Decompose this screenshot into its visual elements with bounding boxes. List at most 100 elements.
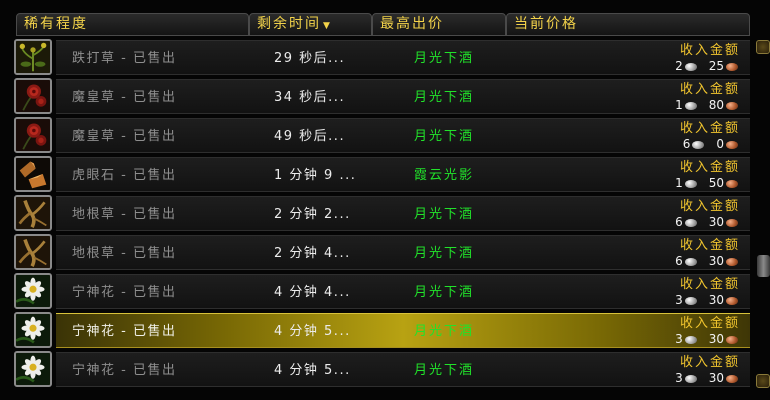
top-bidder: 月光下酒	[414, 129, 475, 144]
top-bidder: 月光下酒	[414, 285, 475, 300]
time-left: 1 分钟 9 ...	[274, 168, 357, 183]
grave-moss-rose-icon[interactable]	[14, 117, 52, 153]
copper-amount: 30	[708, 332, 724, 346]
copper-amount: 30	[708, 293, 724, 307]
row-bar[interactable]: 宁神花 - 已售出 4 分钟 5... 月光下酒 收入金额 3 30	[56, 313, 750, 348]
top-bid-label: 最高出价	[380, 16, 444, 32]
column-header-current-price[interactable]: 当前价格	[506, 13, 750, 36]
auction-row[interactable]: 宁神花 - 已售出 4 分钟 4... 月光下酒 收入金额 3 30	[12, 273, 750, 310]
silver-coin-icon	[684, 257, 697, 266]
income-amount: 6 30	[675, 254, 740, 269]
earthroot-herb-icon[interactable]	[14, 195, 52, 231]
row-bar[interactable]: 地根草 - 已售出 2 分钟 4... 月光下酒 收入金额 6 30	[56, 235, 750, 270]
silver-amount: 3	[675, 371, 683, 385]
row-bar[interactable]: 魔皇草 - 已售出 49 秒后... 月光下酒 收入金额 6 0	[56, 118, 750, 153]
silver-amount: 3	[675, 293, 683, 307]
item-name: 跌打草 - 已售出	[72, 51, 177, 66]
grave-moss-rose-icon[interactable]	[14, 78, 52, 114]
income-label: 收入金额	[679, 82, 740, 97]
item-name: 魔皇草 - 已售出	[72, 90, 177, 105]
time-left: 2 分钟 2...	[274, 207, 351, 222]
copper-coin-icon	[726, 62, 738, 71]
copper-coin-icon	[726, 296, 738, 305]
item-name: 魔皇草 - 已售出	[72, 129, 177, 144]
silver-coin-icon	[684, 335, 697, 344]
silver-amount: 1	[675, 98, 683, 112]
sort-down-arrow-icon: ▼	[323, 21, 332, 31]
income-amount: 2 25	[675, 59, 740, 74]
top-bidder: 月光下酒	[414, 246, 475, 261]
income-amount: 1 50	[675, 176, 740, 191]
auction-row[interactable]: 地根草 - 已售出 2 分钟 2... 月光下酒 收入金额 6 30	[12, 195, 750, 232]
silver-amount: 6	[682, 137, 691, 151]
scroll-up-button[interactable]	[756, 40, 770, 54]
item-name: 虎眼石 - 已售出	[72, 168, 177, 183]
time-left: 2 分钟 4...	[274, 246, 351, 261]
income-label: 收入金额	[679, 160, 740, 175]
copper-coin-icon	[726, 374, 738, 383]
silver-amount: 6	[675, 254, 683, 268]
peacebloom-flower-icon[interactable]	[14, 312, 52, 348]
auction-row[interactable]: 宁神花 - 已售出 4 分钟 5... 月光下酒 收入金额 3 30	[12, 351, 750, 388]
silver-coin-icon	[692, 140, 705, 149]
item-name: 地根草 - 已售出	[72, 246, 177, 261]
top-bidder: 月光下酒	[414, 207, 475, 222]
copper-amount: 30	[708, 215, 724, 229]
row-bar[interactable]: 跌打草 - 已售出 29 秒后... 月光下酒 收入金额 2 25	[56, 40, 750, 75]
row-bar[interactable]: 地根草 - 已售出 2 分钟 2... 月光下酒 收入金额 6 30	[56, 196, 750, 231]
copper-coin-icon	[726, 101, 738, 110]
item-name: 地根草 - 已售出	[72, 207, 177, 222]
row-bar[interactable]: 宁神花 - 已售出 4 分钟 4... 月光下酒 收入金额 3 30	[56, 274, 750, 309]
silver-coin-icon	[684, 179, 697, 188]
silver-amount: 3	[675, 332, 683, 346]
earthroot-herb-icon[interactable]	[14, 234, 52, 270]
top-bidder: 月光下酒	[414, 363, 475, 378]
income-label: 收入金额	[679, 238, 740, 253]
income-label: 收入金额	[679, 121, 740, 136]
top-bidder: 月光下酒	[414, 90, 475, 105]
income-amount: 6 30	[675, 215, 740, 230]
auction-row[interactable]: 魔皇草 - 已售出 49 秒后... 月光下酒 收入金额 6 0	[12, 117, 750, 154]
copper-amount: 0	[716, 137, 724, 151]
auction-row[interactable]: 魔皇草 - 已售出 34 秒后... 月光下酒 收入金额 1 80	[12, 78, 750, 115]
income-amount: 3 30	[675, 293, 740, 308]
copper-coin-icon	[726, 218, 738, 227]
column-header-top-bid[interactable]: 最高出价	[372, 13, 506, 36]
income-amount: 6 0	[683, 137, 740, 152]
time-left: 4 分钟 5...	[274, 363, 351, 378]
silver-coin-icon	[684, 218, 697, 227]
income-label: 收入金额	[679, 199, 740, 214]
auction-list: 跌打草 - 已售出 29 秒后... 月光下酒 收入金额 2 25 魔皇草 - …	[12, 39, 750, 400]
peacebloom-flower-icon[interactable]	[14, 273, 52, 309]
income-label: 收入金额	[679, 43, 740, 58]
kingsblood-herb-icon[interactable]	[14, 39, 52, 75]
row-bar[interactable]: 宁神花 - 已售出 4 分钟 5... 月光下酒 收入金额 3 30	[56, 352, 750, 387]
row-bar[interactable]: 虎眼石 - 已售出 1 分钟 9 ... 霞云光影 收入金额 1 50	[56, 157, 750, 192]
scroll-down-button[interactable]	[756, 374, 770, 388]
income-label: 收入金额	[679, 277, 740, 292]
silver-amount: 2	[675, 59, 683, 73]
auction-row-selected[interactable]: 宁神花 - 已售出 4 分钟 5... 月光下酒 收入金额 3 30	[12, 312, 750, 349]
top-bidder: 月光下酒	[414, 51, 475, 66]
copper-amount: 50	[708, 176, 724, 190]
row-bar[interactable]: 魔皇草 - 已售出 34 秒后... 月光下酒 收入金额 1 80	[56, 79, 750, 114]
silver-coin-icon	[684, 62, 697, 71]
time-left: 49 秒后...	[274, 129, 346, 144]
silver-amount: 6	[675, 215, 683, 229]
time-left: 29 秒后...	[274, 51, 346, 66]
item-name: 宁神花 - 已售出	[72, 363, 177, 378]
auction-row[interactable]: 虎眼石 - 已售出 1 分钟 9 ... 霞云光影 收入金额 1 50	[12, 156, 750, 193]
column-header-time-left[interactable]: 剩余时间 ▼	[249, 13, 372, 36]
scrollbar-thumb[interactable]	[757, 255, 770, 277]
silver-coin-icon	[684, 296, 697, 305]
current-price-label: 当前价格	[514, 16, 578, 32]
auction-row[interactable]: 地根草 - 已售出 2 分钟 4... 月光下酒 收入金额 6 30	[12, 234, 750, 271]
column-header-rarity[interactable]: 稀有程度	[16, 13, 249, 36]
peacebloom-flower-icon[interactable]	[14, 351, 52, 387]
silver-amount: 1	[675, 176, 683, 190]
copper-amount: 25	[708, 59, 724, 73]
auction-row[interactable]: 跌打草 - 已售出 29 秒后... 月光下酒 收入金额 2 25	[12, 39, 750, 76]
copper-coin-icon	[726, 140, 738, 149]
income-amount: 3 30	[675, 371, 740, 386]
tigerseye-gem-icon[interactable]	[14, 156, 52, 192]
